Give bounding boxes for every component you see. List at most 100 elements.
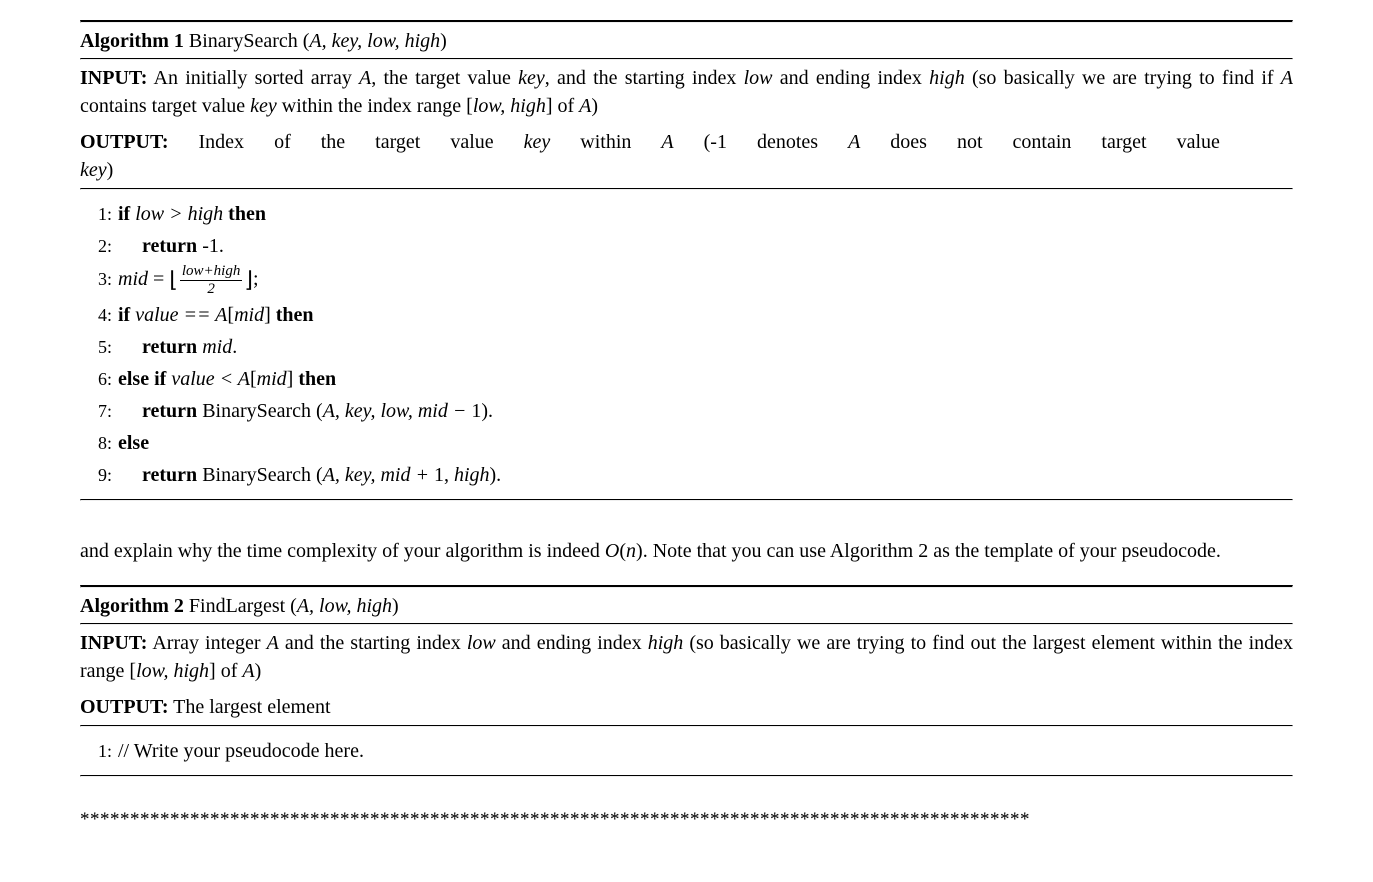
var: high: [648, 632, 684, 654]
end: ;: [253, 268, 259, 290]
paren: (: [619, 540, 626, 562]
kw: then: [276, 304, 314, 326]
floor-left: ⌊: [169, 267, 178, 292]
var: A: [359, 67, 371, 89]
text: contain: [1013, 128, 1072, 156]
end: .: [232, 336, 237, 358]
text: (-1: [704, 128, 727, 156]
cond: value < A: [166, 368, 250, 390]
bracket: ]: [264, 304, 276, 326]
algo-number: Algorithm 2: [80, 595, 184, 617]
output-label: OUTPUT:: [80, 696, 169, 718]
var: mid: [234, 304, 264, 326]
step-body: mid = ⌊low+high2⌋;: [118, 264, 1293, 297]
fraction: low+high2: [180, 264, 242, 297]
text: An initially sorted array: [147, 67, 359, 89]
step-9: 9: return BinarySearch (A, key, mid + 1,…: [80, 459, 1293, 491]
step-6: 6: else if value < A[mid] then: [80, 363, 1293, 395]
step-1: 1: // Write your pseudocode here.: [80, 735, 1293, 767]
text: target: [1101, 128, 1146, 156]
text: contains target value: [80, 95, 250, 117]
text: ): [591, 95, 598, 117]
algo-name: FindLargest (: [184, 595, 297, 617]
algorithm-1-title: Algorithm 1 BinarySearch (A, key, low, h…: [80, 23, 1293, 58]
text: BinarySearch (: [197, 464, 323, 486]
kw: then: [228, 203, 266, 225]
step-body: if value == A[mid] then: [118, 301, 1293, 329]
algorithm-2-block: Algorithm 2 FindLargest (A, low, high) I…: [80, 585, 1293, 777]
algorithm-2-output: OUTPUT: The largest element: [80, 689, 1293, 725]
kw: return: [142, 235, 197, 257]
cond: value == A: [130, 304, 227, 326]
bigO: O: [605, 540, 619, 562]
var: low, high: [136, 660, 209, 682]
text: denotes: [757, 128, 818, 156]
text: , and the starting index: [545, 67, 744, 89]
text: Array integer: [147, 632, 266, 654]
step-num: 2:: [80, 234, 112, 259]
text: Index: [199, 128, 245, 156]
algo-args: A, low, high: [297, 595, 392, 617]
algo-close: ): [392, 595, 399, 617]
step-num: 1:: [80, 739, 112, 764]
one: 1,: [434, 464, 454, 486]
step-7: 7: return BinarySearch (A, key, low, mid…: [80, 395, 1293, 427]
text: and the starting index: [279, 632, 467, 654]
bracket: [: [250, 368, 257, 390]
val: mid: [197, 336, 232, 358]
var: low: [744, 67, 773, 89]
text: BinarySearch (: [197, 400, 323, 422]
algorithm-2-steps: 1: // Write your pseudocode here.: [80, 727, 1293, 775]
kw: if: [118, 304, 130, 326]
var: key: [524, 128, 551, 156]
var: A: [1281, 67, 1293, 89]
var: key: [518, 67, 545, 89]
algorithm-1-block: Algorithm 1 BinarySearch (A, key, low, h…: [80, 20, 1293, 501]
asterisk-divider: ****************************************…: [80, 807, 1293, 834]
var: A: [267, 632, 279, 654]
var: A: [848, 128, 860, 156]
algorithm-1-input: INPUT: An initially sorted array A, the …: [80, 60, 1293, 124]
step-4: 4: if value == A[mid] then: [80, 299, 1293, 331]
step-5: 5: return mid.: [80, 331, 1293, 363]
var: key: [80, 159, 107, 181]
text: within the index range [: [277, 95, 473, 117]
var: mid: [257, 368, 287, 390]
text: ): [255, 660, 262, 682]
var: A: [242, 660, 254, 682]
text: ] of: [546, 95, 579, 117]
text: (so basically we are trying to find if: [965, 67, 1281, 89]
step-num: 1:: [80, 202, 112, 227]
algo-args: A, key, low, high: [309, 30, 440, 52]
step-body: return BinarySearch (A, key, low, mid − …: [118, 397, 1293, 425]
step-body: return mid.: [118, 333, 1293, 361]
rule: [80, 499, 1293, 501]
algo-number: Algorithm 1: [80, 30, 184, 52]
kw: if: [118, 203, 130, 225]
text: The largest element: [169, 696, 331, 718]
algo-close: ): [440, 30, 447, 52]
rule: [80, 775, 1293, 777]
step-body: return -1.: [118, 232, 1293, 260]
text: value: [1177, 128, 1220, 156]
close: ).: [490, 464, 502, 486]
paren: ): [636, 540, 643, 562]
text: and ending index: [496, 632, 648, 654]
var: A: [579, 95, 591, 117]
var: high: [454, 464, 490, 486]
args: A, key, mid +: [323, 464, 434, 486]
text: not: [957, 128, 983, 156]
text: and explain why the time complexity of y…: [80, 540, 605, 562]
denominator: 2: [180, 281, 242, 297]
step-num: 5:: [80, 335, 112, 360]
one: 1).: [471, 400, 493, 422]
var: low: [467, 632, 496, 654]
step-body: if low > high then: [118, 200, 1293, 228]
input-label: INPUT:: [80, 632, 147, 654]
step-body: else: [118, 429, 1293, 457]
algorithm-1-steps: 1: if low > high then 2: return -1. 3: m…: [80, 190, 1293, 499]
text: the: [321, 128, 345, 156]
args: A, key, low, mid −: [323, 400, 472, 422]
algo-name: BinarySearch (: [184, 30, 310, 52]
text: within: [580, 128, 631, 156]
